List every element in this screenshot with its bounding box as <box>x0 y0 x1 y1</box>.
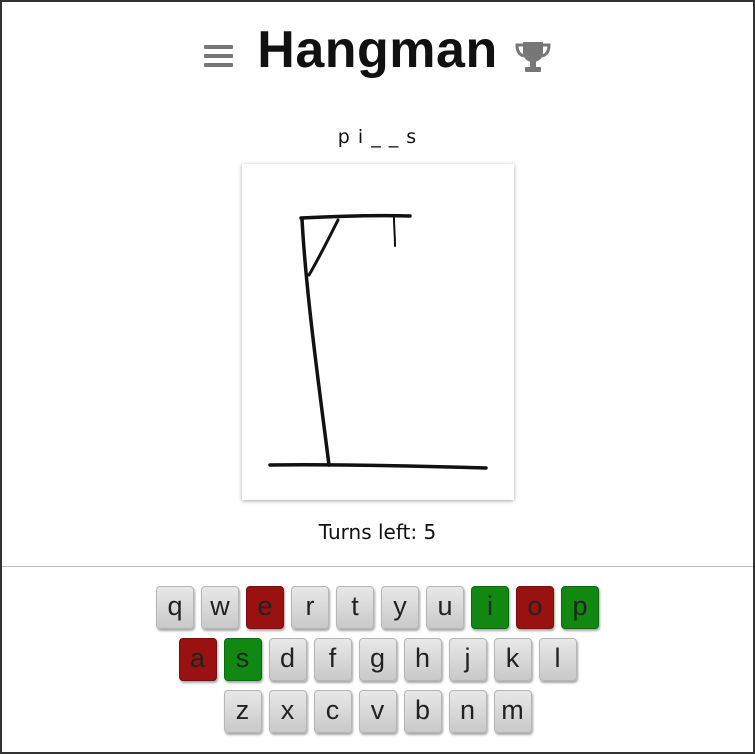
key-g[interactable]: g <box>358 638 397 681</box>
key-t[interactable]: t <box>336 586 374 629</box>
header: Hangman <box>2 2 753 102</box>
turns-left-label: Turns left: 5 <box>318 520 437 544</box>
gallows-drawing <box>268 213 488 470</box>
key-f[interactable]: f <box>313 638 352 681</box>
key-x[interactable]: x <box>268 690 307 733</box>
key-r[interactable]: r <box>291 586 329 629</box>
page-title: Hangman <box>257 21 498 79</box>
game-frame: Hangman p i _ _ s Turns left: 5 q w e r … <box>0 0 755 754</box>
key-l[interactable]: l <box>538 638 577 681</box>
divider <box>2 566 753 567</box>
key-v[interactable]: v <box>358 690 397 733</box>
key-e[interactable]: e <box>246 586 284 629</box>
key-b[interactable]: b <box>403 690 442 733</box>
key-s[interactable]: s <box>223 638 262 681</box>
keyboard-row-1: q w e r t y u i o p <box>2 586 753 629</box>
key-p[interactable]: p <box>561 586 599 629</box>
key-o[interactable]: o <box>516 586 554 629</box>
key-h[interactable]: h <box>403 638 442 681</box>
key-d[interactable]: d <box>268 638 307 681</box>
key-i[interactable]: i <box>471 586 509 629</box>
gallows-rope <box>393 217 396 247</box>
key-q[interactable]: q <box>156 586 194 629</box>
gallows-post <box>300 217 331 467</box>
keyboard-row-2: a s d f g h j k l <box>2 638 753 681</box>
key-c[interactable]: c <box>313 690 352 733</box>
letter-keyboard: q w e r t y u i o p a s d f g h j k l z … <box>2 586 753 742</box>
gallows-base <box>268 462 488 470</box>
key-j[interactable]: j <box>448 638 487 681</box>
key-n[interactable]: n <box>448 690 487 733</box>
key-m[interactable]: m <box>493 690 532 733</box>
key-k[interactable]: k <box>493 638 532 681</box>
gallows-brace <box>307 218 340 277</box>
word-display: p i _ _ s <box>337 126 418 148</box>
keyboard-row-3: z x c v b n m <box>2 690 753 733</box>
key-z[interactable]: z <box>223 690 262 733</box>
key-a[interactable]: a <box>178 638 217 681</box>
gallows-panel <box>242 164 514 500</box>
key-u[interactable]: u <box>426 586 464 629</box>
key-w[interactable]: w <box>201 586 239 629</box>
trophy-icon[interactable] <box>514 40 552 74</box>
key-y[interactable]: y <box>381 586 419 629</box>
